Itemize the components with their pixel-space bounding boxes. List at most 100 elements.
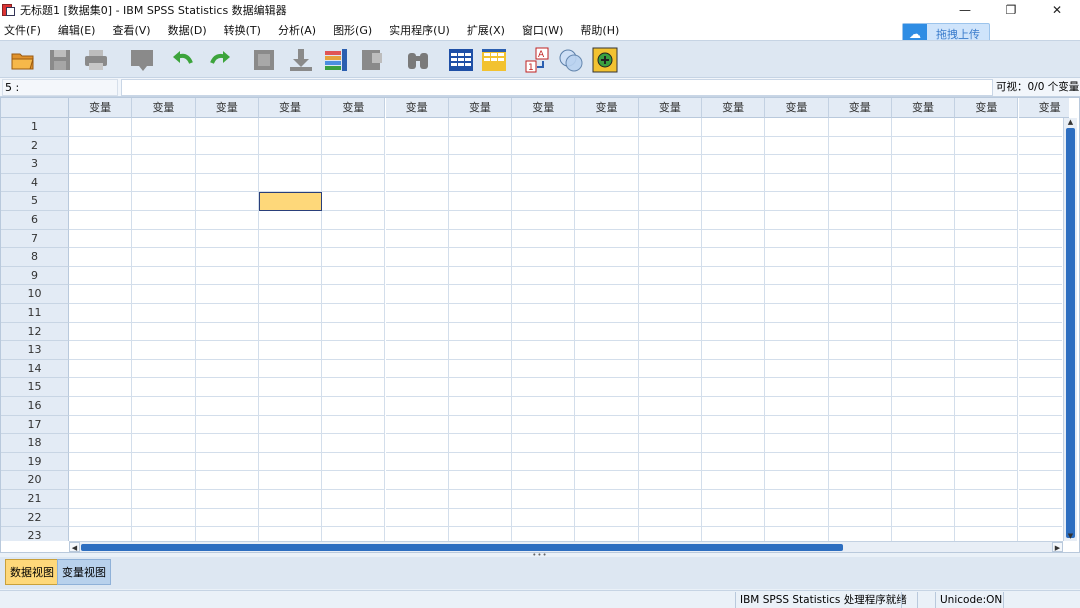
grid-cell[interactable] bbox=[638, 341, 702, 360]
row-header[interactable]: 10 bbox=[1, 285, 69, 304]
grid-cell[interactable] bbox=[385, 452, 449, 472]
grid-cell[interactable] bbox=[1018, 304, 1062, 323]
grid-cell[interactable] bbox=[512, 359, 576, 379]
menu-transform[interactable]: 转换(T) bbox=[224, 22, 261, 38]
grid-cell[interactable] bbox=[512, 285, 576, 304]
grid-cell[interactable] bbox=[702, 266, 766, 286]
grid-cell[interactable] bbox=[448, 490, 513, 509]
row-header[interactable]: 4 bbox=[1, 173, 69, 193]
grid-cell[interactable] bbox=[512, 490, 576, 509]
grid-cell[interactable] bbox=[385, 173, 449, 193]
grid-cell[interactable] bbox=[891, 192, 956, 211]
grid-cell[interactable] bbox=[322, 415, 386, 435]
grid-cell[interactable] bbox=[448, 452, 513, 472]
grid-cell[interactable] bbox=[322, 118, 386, 137]
grid-cell[interactable] bbox=[69, 359, 133, 379]
grid-cell[interactable] bbox=[1018, 211, 1062, 230]
grid-cell[interactable] bbox=[828, 266, 892, 286]
grid-cell[interactable] bbox=[512, 304, 576, 323]
grid-cell[interactable] bbox=[575, 434, 639, 453]
grid-cell[interactable] bbox=[258, 490, 323, 509]
grid-cell[interactable] bbox=[69, 527, 133, 541]
grid-cell[interactable] bbox=[638, 378, 702, 397]
dialog-recall-button[interactable] bbox=[127, 45, 157, 75]
grid-cell[interactable] bbox=[448, 471, 513, 490]
grid-cell[interactable] bbox=[69, 378, 133, 397]
column-header[interactable]: 变量 bbox=[955, 98, 1019, 118]
grid-cell[interactable] bbox=[69, 136, 133, 156]
row-header[interactable]: 12 bbox=[1, 322, 69, 342]
menu-analyze[interactable]: 分析(A) bbox=[278, 22, 316, 38]
grid-cell[interactable] bbox=[385, 378, 449, 397]
grid-cell[interactable] bbox=[765, 527, 829, 541]
grid-cell[interactable] bbox=[195, 322, 259, 342]
insert-variable-button[interactable] bbox=[479, 45, 509, 75]
grid-cell[interactable] bbox=[322, 155, 386, 174]
grid-cell[interactable] bbox=[765, 415, 829, 435]
grid-cell[interactable] bbox=[638, 508, 702, 528]
column-header[interactable]: 变量 bbox=[132, 98, 196, 118]
menu-help[interactable]: 帮助(H) bbox=[580, 22, 619, 38]
column-header[interactable]: 变量 bbox=[69, 98, 133, 118]
grid-cell[interactable] bbox=[955, 266, 1019, 286]
grid-cell[interactable] bbox=[69, 452, 133, 472]
grid-cell[interactable] bbox=[955, 229, 1019, 249]
scroll-down-arrow-icon[interactable]: ▼ bbox=[1065, 532, 1076, 541]
grid-cell[interactable] bbox=[448, 211, 513, 230]
grid-cell[interactable] bbox=[512, 155, 576, 174]
grid-cell[interactable] bbox=[702, 173, 766, 193]
grid-cell[interactable] bbox=[1018, 359, 1062, 379]
minimize-button[interactable]: — bbox=[942, 0, 988, 20]
grid-cell[interactable] bbox=[955, 415, 1019, 435]
grid-cell[interactable] bbox=[891, 155, 956, 174]
grid-cell[interactable] bbox=[891, 118, 956, 137]
grid-cell[interactable] bbox=[322, 527, 386, 541]
grid-cell[interactable] bbox=[955, 248, 1019, 267]
grid-cell[interactable] bbox=[195, 155, 259, 174]
grid-cell[interactable] bbox=[575, 322, 639, 342]
grid-cell[interactable] bbox=[195, 192, 259, 211]
grid-cell[interactable] bbox=[69, 415, 133, 435]
row-header[interactable]: 21 bbox=[1, 490, 69, 509]
grid-cell[interactable] bbox=[258, 452, 323, 472]
grid-cell[interactable] bbox=[448, 229, 513, 249]
grid-cell[interactable] bbox=[638, 211, 702, 230]
grid-cell[interactable] bbox=[765, 192, 829, 211]
grid-cell[interactable] bbox=[385, 397, 449, 416]
grid-cell[interactable] bbox=[385, 490, 449, 509]
grid-cell[interactable] bbox=[512, 415, 576, 435]
grid-cell[interactable] bbox=[448, 136, 513, 156]
grid-cell[interactable] bbox=[448, 322, 513, 342]
grid-cell[interactable] bbox=[1018, 527, 1062, 541]
grid-cell[interactable] bbox=[828, 304, 892, 323]
grid-cell[interactable] bbox=[638, 527, 702, 541]
grid-cell[interactable] bbox=[195, 173, 259, 193]
grid-cell[interactable] bbox=[575, 508, 639, 528]
grid-cell[interactable] bbox=[702, 211, 766, 230]
grid-cell[interactable] bbox=[132, 359, 196, 379]
grid-cell[interactable] bbox=[132, 341, 196, 360]
grid-cell[interactable] bbox=[132, 118, 196, 137]
open-button[interactable] bbox=[8, 45, 38, 75]
column-header[interactable]: 变量 bbox=[385, 98, 449, 118]
menu-extensions[interactable]: 扩展(X) bbox=[467, 22, 505, 38]
grid-cell[interactable] bbox=[828, 378, 892, 397]
grid-cell[interactable] bbox=[638, 248, 702, 267]
grid-cell[interactable] bbox=[69, 173, 133, 193]
grid-cell[interactable] bbox=[575, 490, 639, 509]
column-header[interactable]: 变量 bbox=[322, 98, 386, 118]
grid-cell[interactable] bbox=[512, 248, 576, 267]
variable-sets-button[interactable] bbox=[556, 45, 586, 75]
grid-cell[interactable] bbox=[448, 359, 513, 379]
grid-cell[interactable] bbox=[765, 322, 829, 342]
row-header[interactable]: 13 bbox=[1, 341, 69, 360]
grid-cell[interactable] bbox=[891, 304, 956, 323]
row-header[interactable]: 15 bbox=[1, 378, 69, 397]
grid-cell[interactable] bbox=[385, 304, 449, 323]
grid-cell[interactable] bbox=[765, 266, 829, 286]
grid-cell[interactable] bbox=[638, 471, 702, 490]
grid-cell[interactable] bbox=[258, 471, 323, 490]
grid-cell[interactable] bbox=[702, 155, 766, 174]
grid-cell[interactable] bbox=[448, 527, 513, 541]
grid-cell[interactable] bbox=[828, 248, 892, 267]
